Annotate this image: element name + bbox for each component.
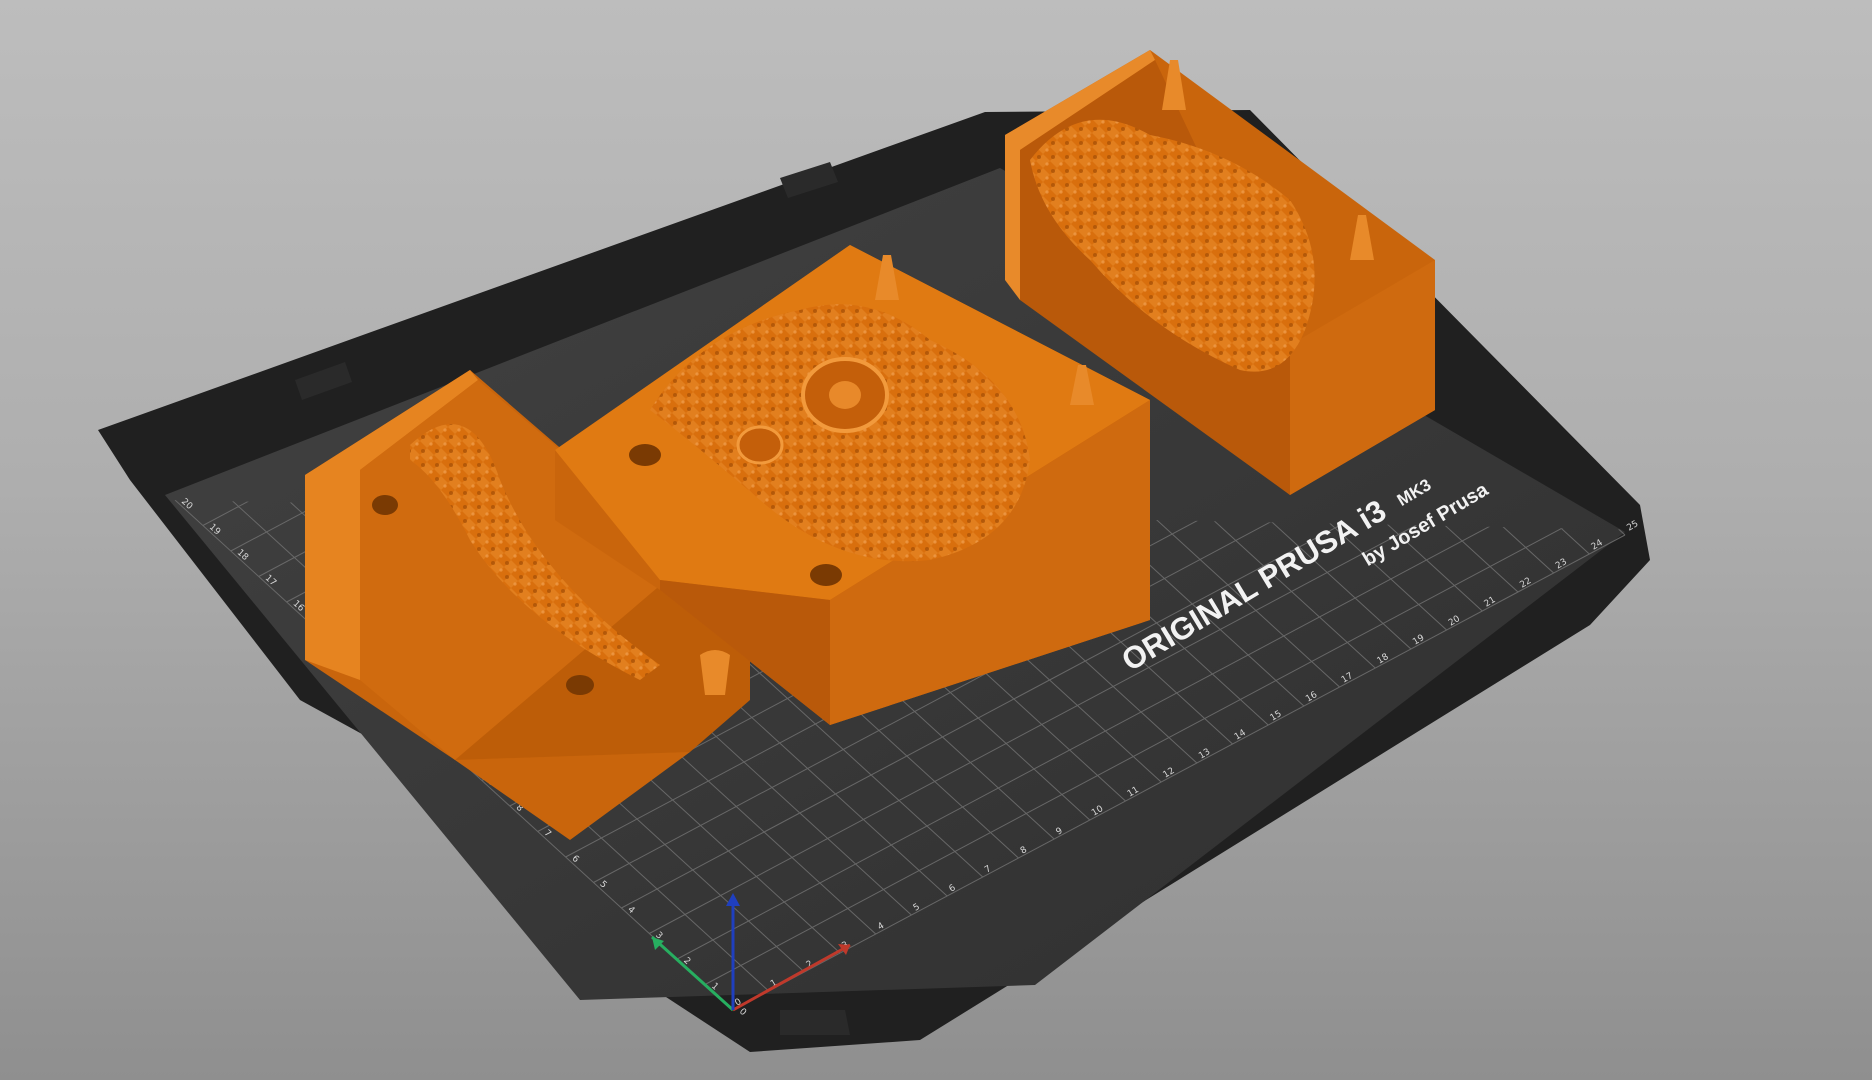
pin-hole bbox=[810, 564, 842, 586]
3d-viewport[interactable]: ORIGINAL PRUSA i3 MK3 by Josef Prusa 012… bbox=[0, 0, 1872, 1080]
pin-hole bbox=[629, 444, 661, 466]
pin-hole bbox=[372, 495, 398, 515]
pin-hole bbox=[566, 675, 594, 695]
bed-tab-bottom bbox=[780, 1010, 850, 1035]
scene-canvas[interactable]: ORIGINAL PRUSA i3 MK3 by Josef Prusa 012… bbox=[0, 0, 1872, 1080]
